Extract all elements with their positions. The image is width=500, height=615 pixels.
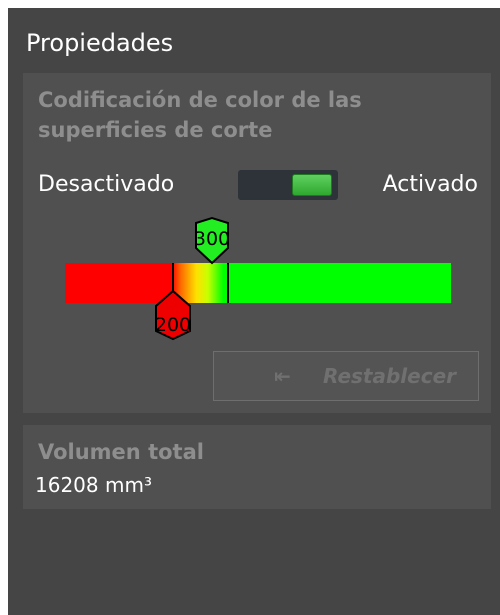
- properties-panel: Propiedades Codificación de color de las…: [8, 8, 500, 615]
- lower-threshold-label: 200: [155, 314, 191, 336]
- volume-title: Volumen total: [38, 440, 204, 464]
- volume-value: 16208 mm³: [35, 473, 152, 497]
- color-coding-title: Codificación de color de las superficies…: [38, 88, 362, 142]
- gradient-bar: [65, 263, 451, 303]
- step-back-icon: ⇤: [274, 364, 291, 388]
- reset-label: Restablecer: [323, 364, 456, 388]
- panel-title: Propiedades: [26, 29, 174, 57]
- color-coding-section: Codificación de color de las superficies…: [23, 73, 491, 413]
- toggle-off-label: Desactivado: [38, 172, 175, 197]
- upper-threshold-marker[interactable]: 300: [194, 216, 230, 265]
- threshold-gradient-editor: 300 200: [65, 216, 451, 341]
- volume-section: Volumen total 16208 mm³: [23, 425, 491, 509]
- reset-button[interactable]: ⇤ Restablecer: [213, 351, 479, 401]
- color-coding-toggle[interactable]: [238, 170, 338, 200]
- upper-threshold-label: 300: [194, 228, 230, 250]
- toggle-on-label: Activado: [382, 172, 478, 197]
- color-coding-toggle-row: Desactivado Activado: [38, 168, 478, 204]
- toggle-knob[interactable]: [292, 174, 332, 196]
